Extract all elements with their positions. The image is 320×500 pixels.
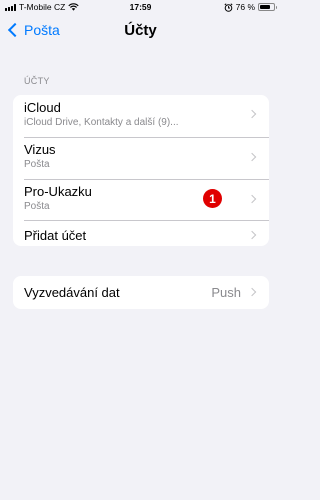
battery-percent: 76 % bbox=[235, 2, 255, 12]
accounts-section-header: ÚČTY bbox=[24, 76, 50, 86]
page-title: Účty bbox=[124, 22, 157, 39]
account-row-pro-ukazku[interactable]: Pro-Ukazku Pošta 1 bbox=[13, 179, 269, 220]
fetch-data-row[interactable]: Vyzvedávání dat Push bbox=[13, 276, 269, 309]
account-row-icloud[interactable]: iCloud iCloud Drive, Kontakty a další (9… bbox=[13, 95, 269, 137]
fetch-settings-group: Vyzvedávání dat Push bbox=[13, 276, 269, 309]
navigation-bar: Pošta Účty bbox=[0, 16, 281, 46]
fetch-data-value: Push bbox=[211, 285, 241, 300]
account-subtitle: Pošta bbox=[24, 201, 50, 212]
add-account-label: Přidat účet bbox=[24, 228, 87, 243]
account-title: Vizus bbox=[24, 142, 56, 157]
status-right: 76 % bbox=[224, 2, 277, 12]
account-title: iCloud bbox=[24, 100, 61, 115]
battery-level bbox=[260, 5, 270, 9]
status-bar: T-Mobile CZ 17:59 76 % bbox=[0, 0, 281, 15]
add-account-row[interactable]: Přidat účet bbox=[13, 220, 269, 246]
account-subtitle: iCloud Drive, Kontakty a další (9)... bbox=[24, 117, 179, 128]
account-subtitle: Pošta bbox=[24, 159, 50, 170]
alarm-icon bbox=[224, 2, 233, 12]
unread-badge: 1 bbox=[203, 189, 222, 208]
account-title: Pro-Ukazku bbox=[24, 184, 92, 199]
battery-icon bbox=[258, 3, 277, 11]
account-row-vizus[interactable]: Vizus Pošta bbox=[13, 137, 269, 179]
accounts-list: iCloud iCloud Drive, Kontakty a další (9… bbox=[13, 95, 269, 246]
